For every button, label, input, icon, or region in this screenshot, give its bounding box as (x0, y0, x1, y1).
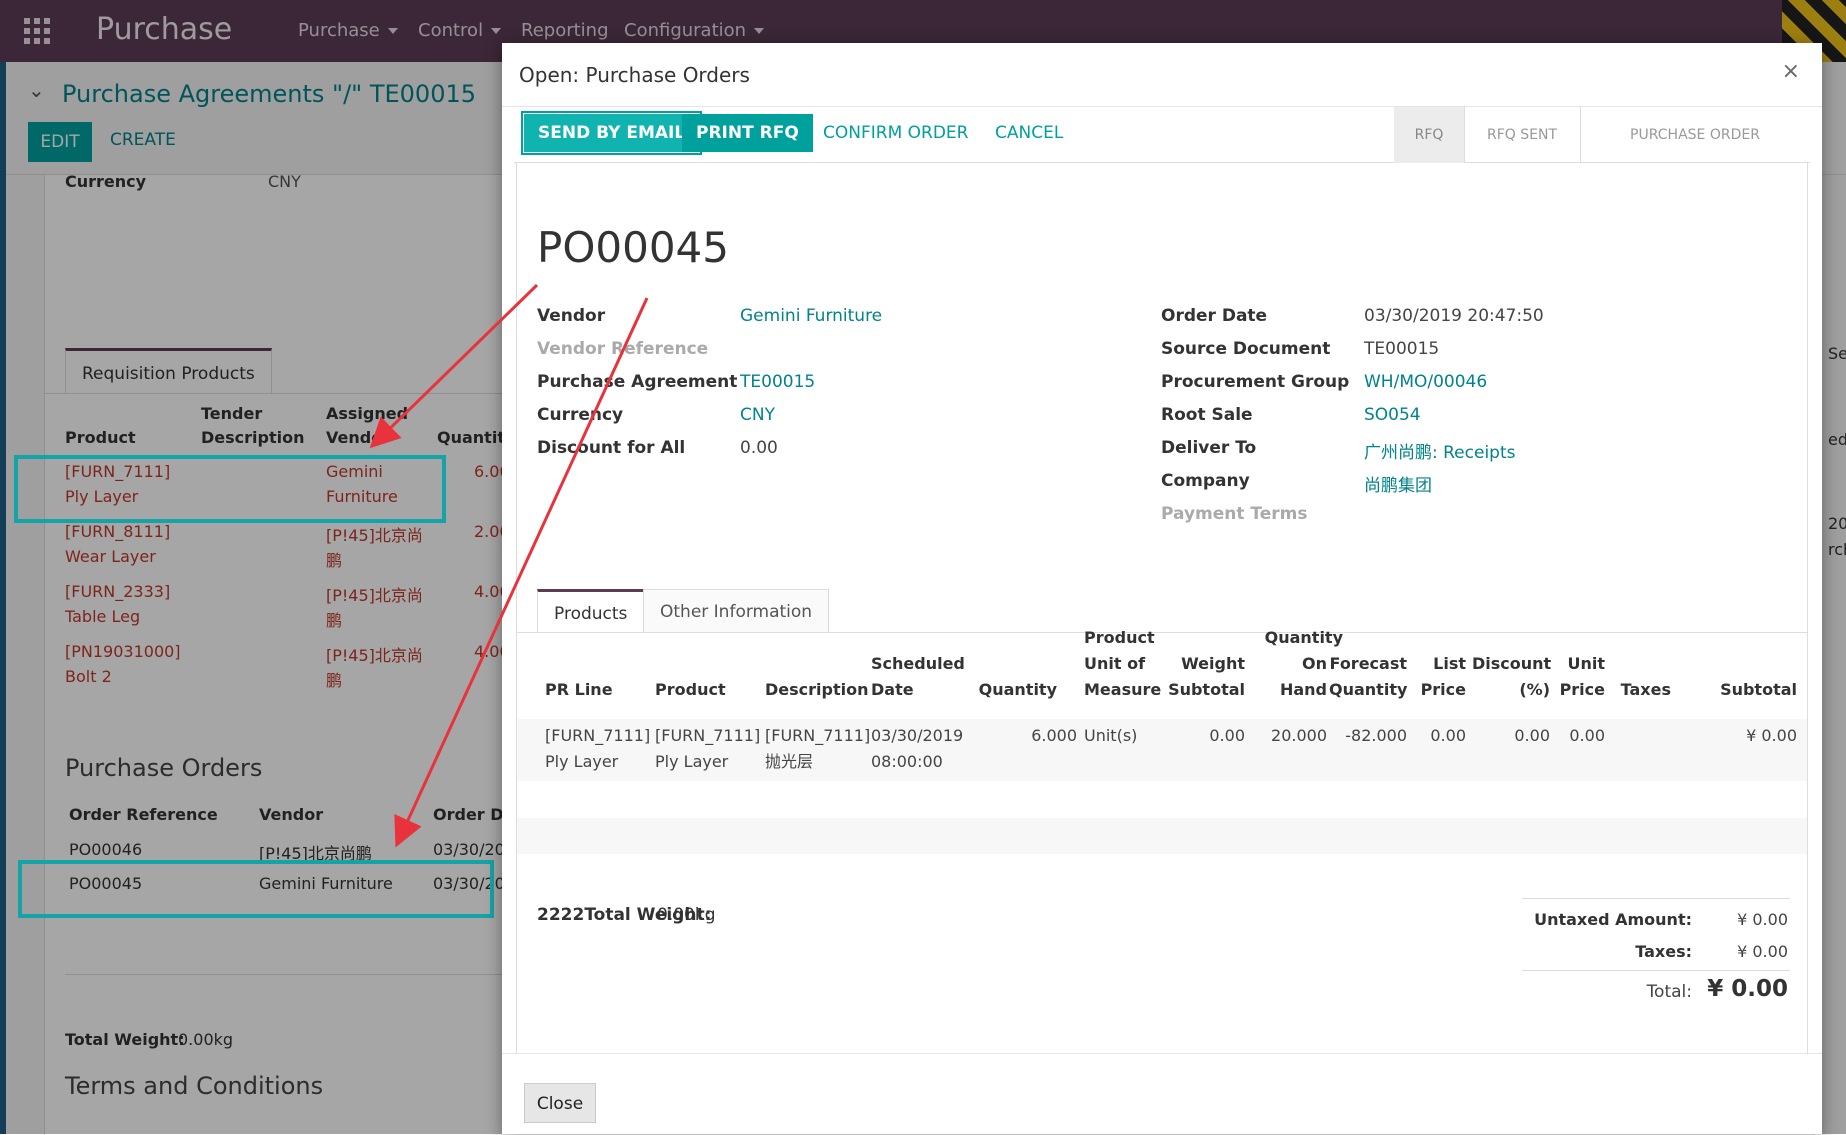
highlight-box-order-row (18, 860, 494, 918)
source-document-label: Source Document (1161, 339, 1331, 359)
cell-pr-line-2: Ply Layer (545, 752, 619, 771)
taxes-value: ¥ 0.00 (1737, 942, 1788, 961)
cell-product: [FURN_7111] (655, 726, 761, 745)
cell-scheduled-time: 08:00:00 (871, 752, 943, 771)
cell-description: [FURN_7111] (765, 726, 871, 745)
cell-scheduled-date: 03/30/2019 (871, 726, 964, 745)
divider (1522, 970, 1790, 971)
close-icon[interactable]: × (1782, 59, 1800, 84)
cancel-button[interactable]: CANCEL (981, 114, 1077, 152)
cell-product-2: Ply Layer (655, 752, 729, 771)
page-title: PO00045 (537, 223, 729, 272)
stage-rfq[interactable]: RFQ (1394, 107, 1464, 163)
cell-list-price: 0.00 (1430, 726, 1466, 745)
cell-pr-line: [FURN_7111] (545, 726, 651, 745)
tab-other-information[interactable]: Other Information (643, 589, 830, 633)
column-header-uom-3[interactable]: Measure (1084, 677, 1161, 703)
status-bar: SEND BY EMAIL PRINT RFQ CONFIRM ORDER CA… (514, 107, 1810, 163)
form-sheet: PO00045 Vendor Gemini Furniture Vendor R… (516, 163, 1808, 1053)
cell-weight: 0.00 (1209, 726, 1245, 745)
untaxed-amount-value: ¥ 0.00 (1737, 910, 1788, 929)
purchase-order-dialog: Open: Purchase Orders × SEND BY EMAIL PR… (502, 43, 1822, 1134)
close-button[interactable]: Close (524, 1083, 596, 1123)
root-sale-value[interactable]: SO054 (1364, 405, 1421, 425)
column-header-on-hand-2[interactable]: On (1249, 651, 1327, 677)
column-header-list-price-2[interactable]: Price (1410, 677, 1466, 703)
root-sale-label: Root Sale (1161, 405, 1253, 425)
column-header-unit-price[interactable]: Unit (1557, 651, 1605, 677)
column-header-forecast[interactable]: Forecast (1329, 651, 1407, 677)
dialog-title: Open: Purchase Orders (519, 63, 750, 87)
deliver-to-value[interactable]: 广州尚鹏: Receipts (1364, 438, 1515, 463)
order-date-value: 03/30/2019 20:47:50 (1364, 306, 1544, 326)
column-header-discount-2[interactable]: (%) (1472, 677, 1550, 703)
tab-products[interactable]: Products (537, 589, 645, 633)
tab-divider (517, 632, 1807, 633)
currency-label: Currency (537, 405, 624, 425)
divider (1522, 898, 1790, 899)
vendor-value[interactable]: Gemini Furniture (740, 306, 882, 326)
column-header-description[interactable]: Description (765, 677, 868, 703)
column-header-subtotal[interactable]: Subtotal (1677, 677, 1797, 703)
stage-purchase-order[interactable]: PURCHASE ORDER (1580, 107, 1810, 163)
column-header-taxes[interactable]: Taxes (1611, 677, 1671, 703)
column-header-uom[interactable]: Product (1084, 625, 1155, 651)
purchase-agreement-value[interactable]: TE00015 (740, 372, 815, 392)
send-by-email-button[interactable]: SEND BY EMAIL (520, 111, 703, 155)
untaxed-amount-label: Untaxed Amount: (1534, 910, 1692, 929)
cell-on-hand: 20.000 (1271, 726, 1327, 745)
stage-rfq-sent[interactable]: RFQ SENT (1464, 107, 1580, 163)
total-weight-value: 0.00kg (657, 905, 716, 925)
add-line-row[interactable] (517, 818, 1807, 854)
cell-description-2: 抛光层 (765, 752, 814, 771)
column-header-list-price[interactable]: List (1410, 651, 1466, 677)
column-header-product[interactable]: Product (655, 677, 726, 703)
column-header-scheduled-2[interactable]: Date (871, 677, 914, 703)
purchase-agreement-label: Purchase Agreement (537, 372, 738, 392)
vendor-label: Vendor (537, 306, 606, 326)
vendor-reference-label: Vendor Reference (537, 339, 709, 359)
cell-unit-price: 0.00 (1569, 726, 1605, 745)
cell-subtotal: ¥ 0.00 (1746, 726, 1797, 745)
cell-discount: 0.00 (1514, 726, 1550, 745)
discount-for-all-label: Discount for All (537, 438, 686, 458)
total-value: ¥ 0.00 (1707, 976, 1788, 1002)
discount-for-all-value: 0.00 (740, 438, 778, 458)
column-header-quantity[interactable]: Quantity (975, 677, 1057, 703)
column-header-forecast-2[interactable]: Quantity (1329, 677, 1407, 703)
payment-terms-label: Payment Terms (1161, 504, 1308, 524)
column-header-pr-line[interactable]: PR Line (545, 677, 613, 703)
dialog-footer: Close (502, 1053, 1822, 1134)
column-header-unit-price-2[interactable]: Price (1557, 677, 1605, 703)
source-document-value: TE00015 (1364, 339, 1440, 359)
company-label: Company (1161, 471, 1250, 491)
print-rfq-button[interactable]: PRINT RFQ (682, 114, 813, 152)
taxes-label: Taxes: (1635, 942, 1692, 961)
column-header-weight-2[interactable]: Subtotal (1161, 677, 1245, 703)
cell-uom: Unit(s) (1084, 726, 1138, 745)
currency-value[interactable]: CNY (740, 405, 775, 425)
dialog-header: Open: Purchase Orders × (502, 43, 1822, 107)
column-header-uom-2[interactable]: Unit of (1084, 651, 1145, 677)
confirm-order-button[interactable]: CONFIRM ORDER (809, 114, 982, 152)
deliver-to-label: Deliver To (1161, 438, 1257, 458)
column-header-on-hand-3[interactable]: Hand (1249, 677, 1327, 703)
order-date-label: Order Date (1161, 306, 1268, 326)
column-header-discount[interactable]: Discount (1472, 651, 1551, 677)
company-value[interactable]: 尚鹏集团 (1364, 471, 1432, 496)
total-label: Total: (1646, 982, 1692, 1002)
cell-forecast: -82.000 (1345, 726, 1407, 745)
highlight-box-requisition-row (14, 455, 446, 523)
procurement-group-value[interactable]: WH/MO/00046 (1364, 372, 1487, 392)
column-header-scheduled[interactable]: Scheduled (871, 651, 965, 677)
procurement-group-label: Procurement Group (1161, 372, 1350, 392)
column-header-on-hand[interactable]: Quantity (1249, 625, 1343, 651)
column-header-weight[interactable]: Weight (1161, 651, 1245, 677)
cell-quantity: 6.000 (1031, 726, 1077, 745)
